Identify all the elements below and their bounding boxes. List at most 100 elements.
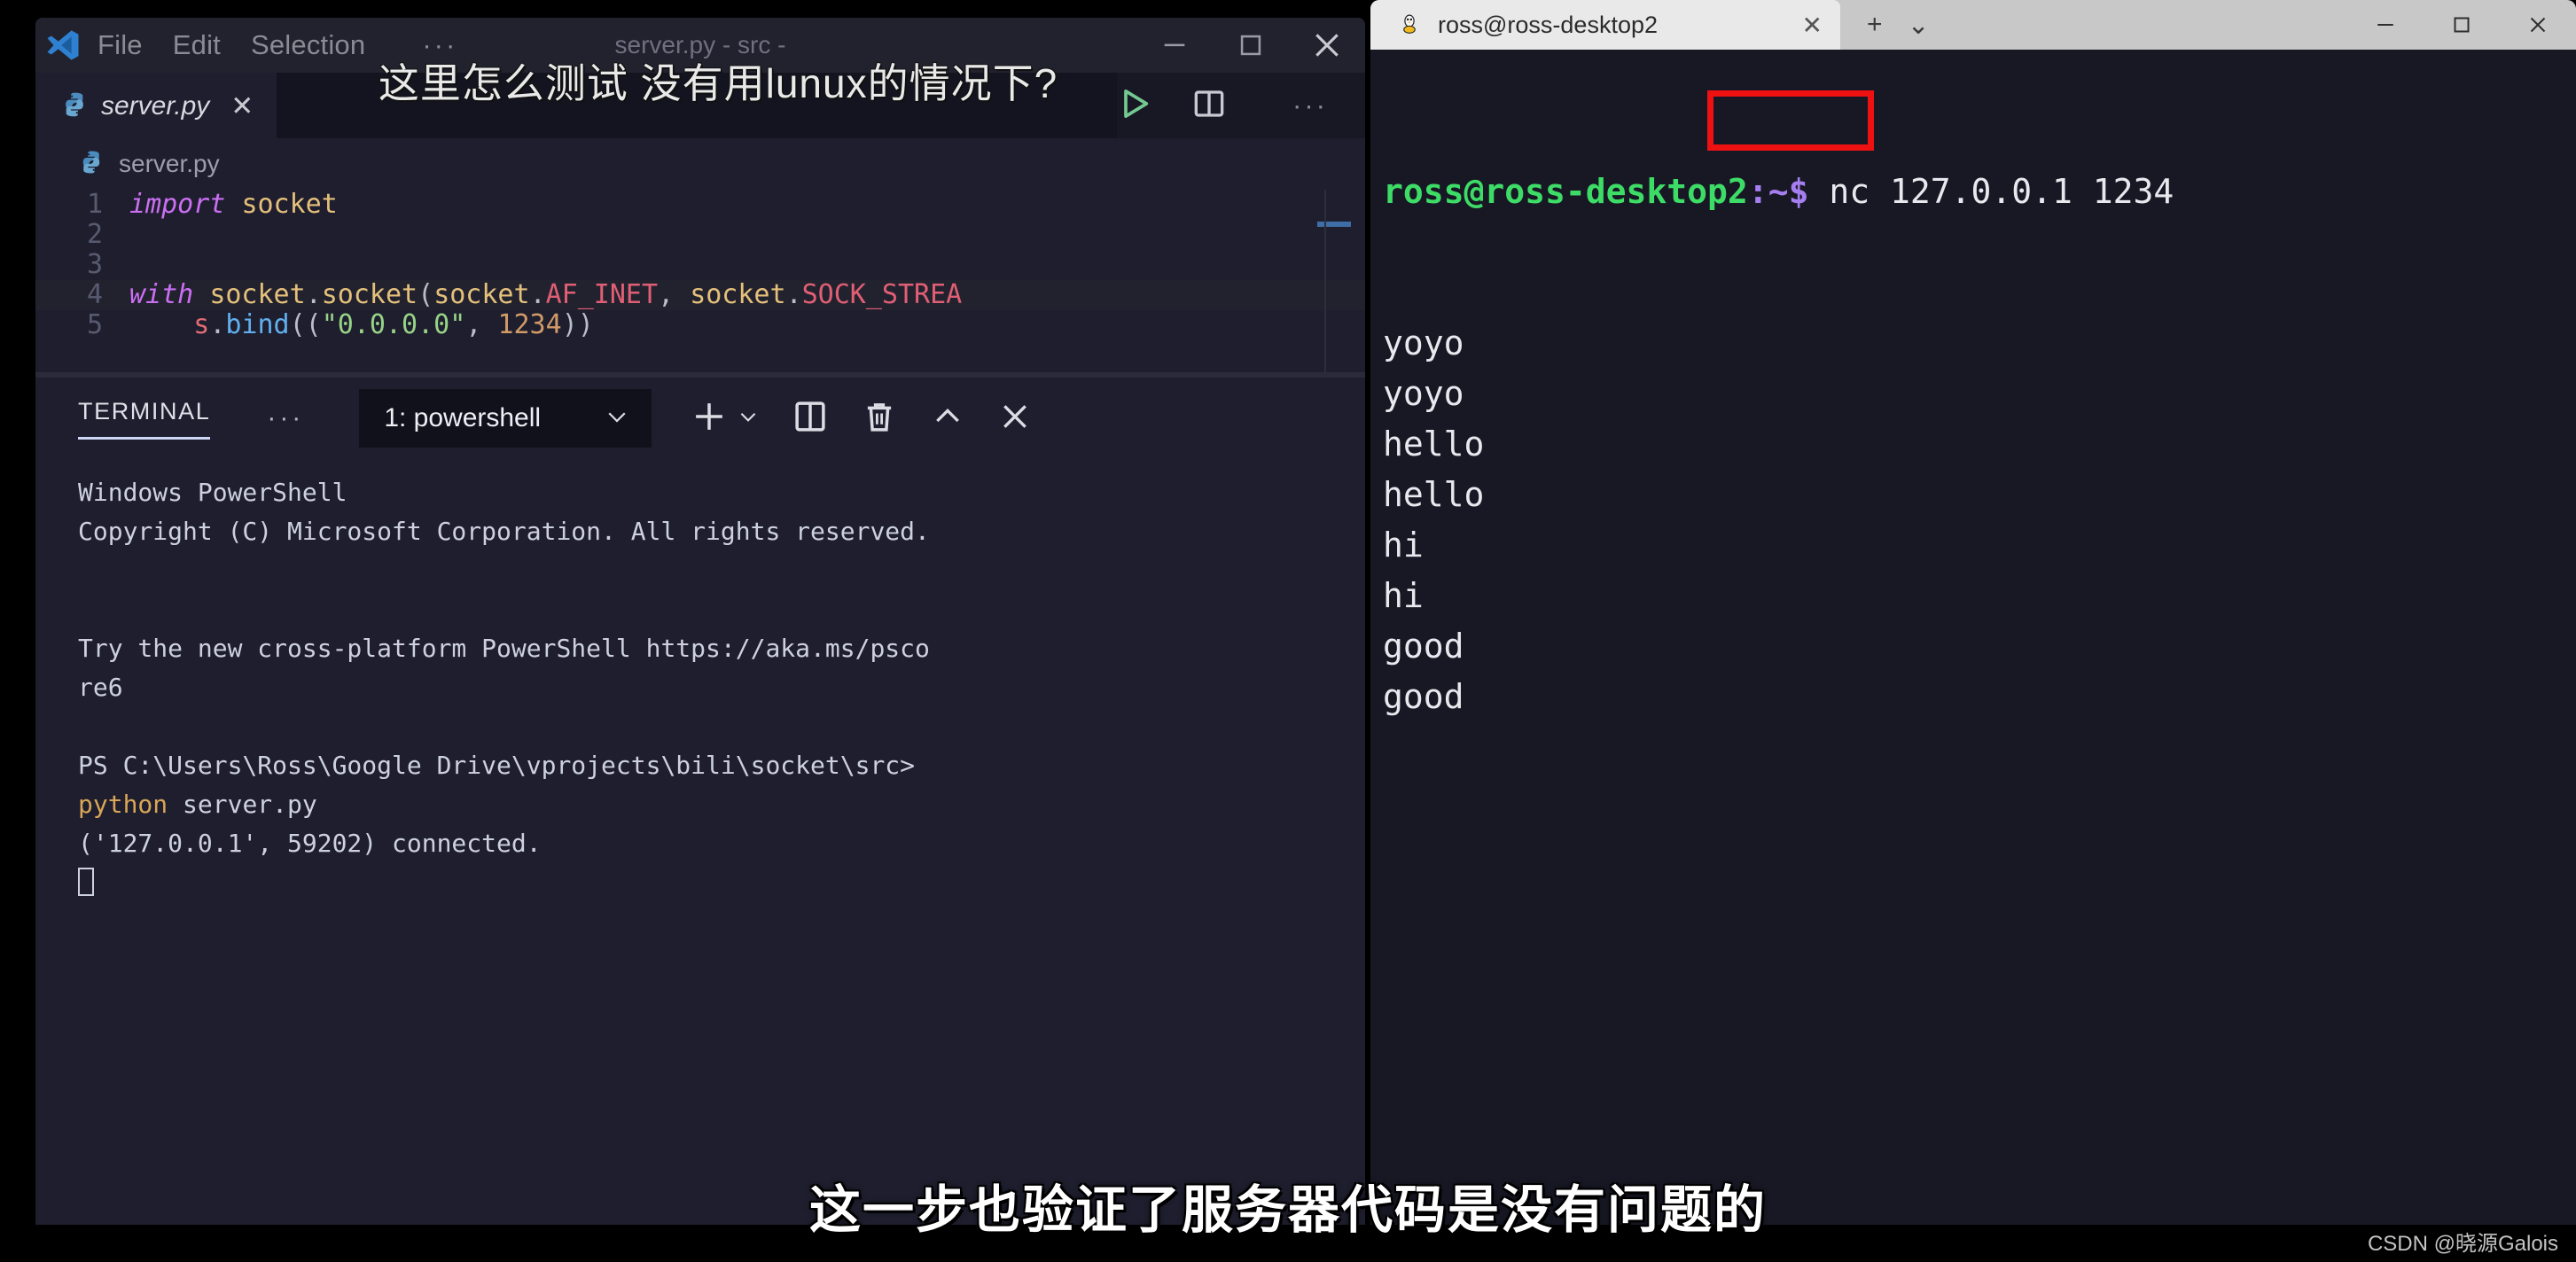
editor-horizontal-scrollbar[interactable] xyxy=(35,372,1365,378)
code-token: socket xyxy=(321,279,418,310)
code-token: , xyxy=(658,279,691,310)
wsl-terminal-window: ross@ross-desktop2 ✕ + ⌄ ross@ross-deskt… xyxy=(1370,0,2576,1241)
terminal-text: Try the new cross-platform PowerShell ht… xyxy=(78,634,930,663)
code-token: . xyxy=(305,279,322,310)
terminal-text: server.py xyxy=(168,790,317,819)
panel-more-views-button[interactable]: ··· xyxy=(267,403,304,433)
code-line[interactable]: 5 s.bind(("0.0.0.0", 1234)) xyxy=(35,310,1365,340)
terminal-line: ('127.0.0.1', 59202) connected. xyxy=(78,824,1365,863)
vscode-logo-icon xyxy=(35,18,90,73)
code-text: import socket xyxy=(129,190,338,220)
code-text: with socket.socket(socket.AF_INET, socke… xyxy=(129,280,962,310)
wsl-tab[interactable]: ross@ross-desktop2 ✕ xyxy=(1370,0,1840,50)
line-number: 2 xyxy=(86,219,103,250)
wsl-prompt-user: ross@ross-desktop2 xyxy=(1383,172,1748,211)
code-token: 1234 xyxy=(497,309,562,340)
editor-right-divider xyxy=(1324,190,1326,378)
maximize-button[interactable] xyxy=(2424,0,2500,50)
python-icon xyxy=(78,149,105,180)
code-token: with xyxy=(129,279,194,310)
wsl-prompt-line: ross@ross-desktop2:~$ nc 127.0.0.1 1234 xyxy=(1383,167,2576,217)
code-token: "0.0.0.0" xyxy=(321,309,466,340)
code-token: SOCK_STREA xyxy=(801,279,963,310)
chevron-down-icon[interactable] xyxy=(604,403,630,434)
maximize-button[interactable] xyxy=(1213,18,1289,73)
terminal-panel-header: TERMINAL ··· 1: powershell xyxy=(35,378,1365,459)
trash-icon[interactable] xyxy=(861,398,898,440)
menu-edit[interactable]: Edit xyxy=(173,29,221,61)
tab-terminal[interactable]: TERMINAL xyxy=(78,398,211,440)
terminal-panel: TERMINAL ··· 1: powershell Windows Power… xyxy=(35,378,1365,1225)
split-terminal-icon[interactable] xyxy=(792,398,829,440)
minimize-button[interactable] xyxy=(2347,0,2424,50)
code-lines-container[interactable]: 1 import socket 2 3 4 with socket.socket(sock… xyxy=(35,190,1365,340)
terminal-cursor xyxy=(78,863,1365,902)
new-terminal-button[interactable] xyxy=(691,398,728,440)
code-line[interactable]: 1 import socket xyxy=(35,190,1365,220)
subtitle-bottom: 这一步也验证了服务器代码是没有问题的 xyxy=(808,1181,1767,1239)
wsl-output-line: hello xyxy=(1383,425,1485,464)
code-token: )) xyxy=(561,309,594,340)
terminal-text: Windows PowerShell xyxy=(78,478,347,507)
wsl-tab-label: ross@ross-desktop2 xyxy=(1438,11,1658,38)
line-number: 4 xyxy=(86,279,103,310)
terminal-line: PS C:\Users\Ross\Google Drive\vprojects\… xyxy=(78,746,1365,785)
code-token: socket xyxy=(241,190,338,220)
code-token: . xyxy=(785,279,802,310)
wsl-output-line: yoyo xyxy=(1383,374,1464,413)
code-token: bind xyxy=(225,309,290,340)
code-line[interactable]: 3 xyxy=(35,250,1365,280)
code-token: socket xyxy=(433,279,530,310)
terminal-line: Try the new cross-platform PowerShell ht… xyxy=(78,629,1365,668)
terminal-line: re6 xyxy=(78,668,1365,707)
terminal-instance-select[interactable]: 1: powershell xyxy=(359,389,652,448)
wsl-output-line: good xyxy=(1383,627,1464,666)
code-token: ( xyxy=(418,279,434,310)
close-button[interactable] xyxy=(2500,0,2576,50)
highlight-box-ip-address xyxy=(1707,90,1874,151)
line-number: 1 xyxy=(86,190,103,220)
code-line[interactable]: 2 xyxy=(35,220,1365,250)
wsl-prompt-sigil: :~$ xyxy=(1747,172,1809,211)
code-token: import xyxy=(129,190,226,220)
new-terminal-chevron-down-icon[interactable] xyxy=(737,405,760,432)
close-icon[interactable]: ✕ xyxy=(1802,11,1823,40)
wsl-terminal-output[interactable]: ross@ross-desktop2:~$ nc 127.0.0.1 1234 … xyxy=(1370,50,2576,874)
code-line[interactable]: 4 with socket.socket(socket.AF_INET, sock… xyxy=(35,280,1365,310)
wsl-prompt-command: nc 127.0.0.1 1234 xyxy=(1808,172,2174,211)
close-button[interactable] xyxy=(1289,18,1365,73)
csdn-watermark: CSDN @晓源Galois xyxy=(2367,1232,2558,1256)
add-tab-button[interactable]: + xyxy=(1867,10,1883,40)
code-token: . xyxy=(529,279,546,310)
close-panel-icon[interactable] xyxy=(997,399,1033,439)
wsl-output-line: hi xyxy=(1383,576,1424,615)
breadcrumb-label[interactable]: server.py xyxy=(119,150,220,178)
code-token: (( xyxy=(289,309,322,340)
wsl-output-lines: yoyo yoyo hello hello hi hi good good xyxy=(1383,318,2576,722)
wsl-window-controls xyxy=(2347,0,2576,50)
powershell-terminal-output[interactable]: Windows PowerShell Copyright (C) Microsof… xyxy=(35,459,1365,902)
terminal-text: ('127.0.0.1', 59202) connected. xyxy=(78,829,542,858)
breadcrumb[interactable]: server.py xyxy=(35,138,1365,190)
tab-dropdown-chevron-down-icon[interactable]: ⌄ xyxy=(1908,10,1930,41)
wsl-titlebar: ross@ross-desktop2 ✕ + ⌄ xyxy=(1370,0,2576,50)
terminal-line: Windows PowerShell xyxy=(78,473,1365,512)
code-token: s xyxy=(193,309,210,340)
wsl-output-line: yoyo xyxy=(1383,323,1464,362)
line-number: 3 xyxy=(86,249,103,280)
maximize-panel-icon[interactable] xyxy=(930,399,965,439)
code-token: . xyxy=(209,309,226,340)
editor-more-actions-button[interactable]: ··· xyxy=(1292,90,1328,121)
menu-file[interactable]: File xyxy=(98,29,143,61)
wsl-output-line: hi xyxy=(1383,526,1424,565)
terminal-text: PS C:\Users\Ross\Google Drive\vprojects\… xyxy=(78,751,916,780)
code-editor[interactable]: 1 import socket 2 3 4 with socket.socket(sock… xyxy=(35,190,1365,378)
terminal-text: re6 xyxy=(78,673,123,702)
wsl-output-line: hello xyxy=(1383,475,1485,514)
terminal-text: python xyxy=(78,790,168,819)
terminal-instance-label: 1: powershell xyxy=(384,403,542,432)
